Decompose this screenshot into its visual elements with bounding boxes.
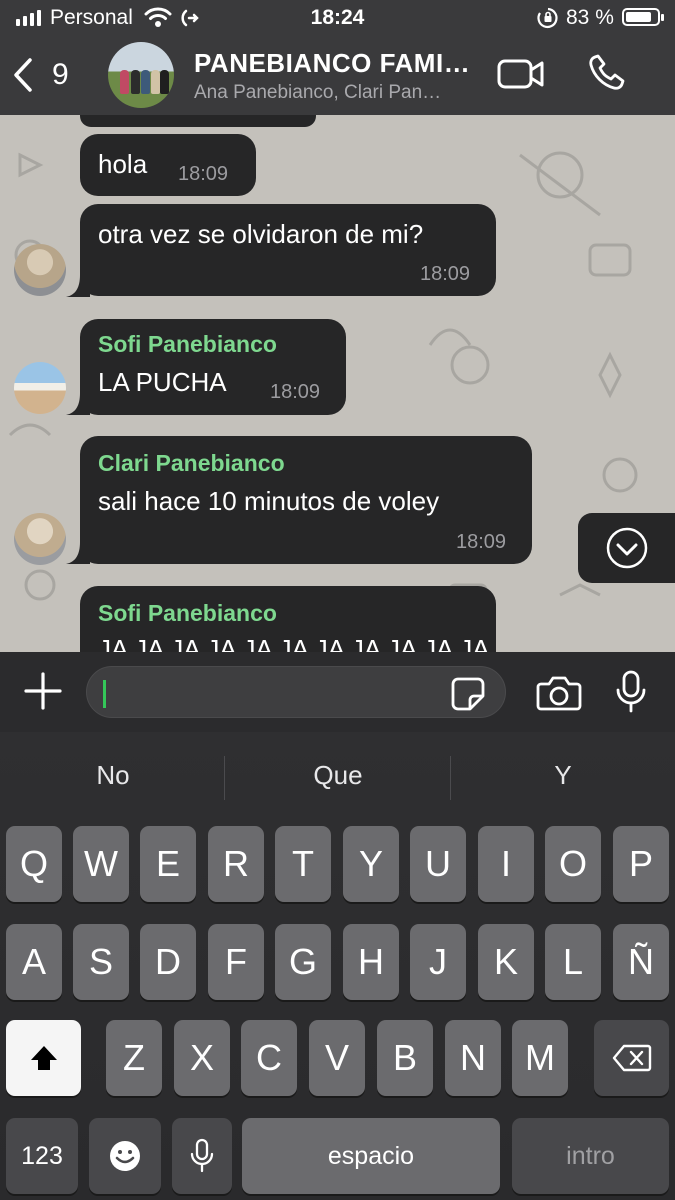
microphone-icon[interactable]: [614, 669, 648, 715]
message-input[interactable]: [86, 666, 506, 718]
microphone-icon: [190, 1138, 214, 1173]
suggestion-divider: [450, 756, 451, 800]
message-list[interactable]: hola 18:09 otra vez se olvidaron de mi? …: [0, 115, 675, 652]
key-r[interactable]: R: [208, 826, 264, 902]
key-l[interactable]: L: [545, 924, 601, 1000]
group-avatar[interactable]: [108, 42, 174, 108]
key-c[interactable]: C: [241, 1020, 297, 1096]
message-text: otra vez se olvidaron de mi?: [98, 219, 424, 249]
key-d[interactable]: D: [140, 924, 196, 1000]
chevron-left-icon: [14, 58, 32, 92]
message-bubble-partial: [80, 115, 316, 127]
suggestion-1[interactable]: No: [8, 760, 218, 791]
emoji-key[interactable]: [89, 1118, 161, 1194]
key-k[interactable]: K: [478, 924, 534, 1000]
message-text: sali hace 10 minutos de voley: [98, 486, 440, 516]
rotation-lock-icon: [537, 7, 558, 29]
back-button[interactable]: 9: [12, 52, 82, 98]
message-time: 18:09: [270, 381, 321, 403]
battery-percent: 83 %: [566, 6, 614, 29]
camera-icon[interactable]: [536, 674, 582, 712]
key-q[interactable]: Q: [6, 826, 62, 902]
sender-avatar[interactable]: [14, 513, 66, 565]
key-n[interactable]: N: [445, 1020, 501, 1096]
message-text: hola: [98, 149, 148, 179]
key-h[interactable]: H: [343, 924, 399, 1000]
message-time: 18:09: [178, 163, 229, 185]
chat-title[interactable]: PANEBIANCO FAMI…: [194, 48, 470, 79]
sender-name[interactable]: Sofi Panebianco: [98, 600, 277, 627]
sender-avatar[interactable]: [14, 362, 66, 414]
message-text: JA JA JA JA JA JA JA JA JA JA JA: [98, 634, 490, 652]
key-p[interactable]: P: [613, 826, 669, 902]
key-v[interactable]: V: [309, 1020, 365, 1096]
key-j[interactable]: J: [410, 924, 466, 1000]
numbers-key[interactable]: 123: [6, 1118, 78, 1194]
key-f[interactable]: F: [208, 924, 264, 1000]
text-caret: [103, 680, 106, 708]
chat-members[interactable]: Ana Panebianco, Clari Pan…: [194, 82, 441, 104]
sender-name[interactable]: Clari Panebianco: [98, 450, 285, 477]
backspace-icon: [612, 1044, 651, 1072]
plus-icon[interactable]: [22, 670, 64, 712]
key-y[interactable]: Y: [343, 826, 399, 902]
return-key[interactable]: intro: [512, 1118, 669, 1194]
message-time: 18:09: [456, 531, 507, 553]
sender-name[interactable]: Sofi Panebianco: [98, 331, 277, 358]
battery-icon: [622, 8, 664, 26]
shift-key[interactable]: [6, 1020, 81, 1096]
key-z[interactable]: Z: [106, 1020, 162, 1096]
bubble-tail: [66, 542, 90, 564]
suggestion-3[interactable]: Y: [458, 760, 668, 791]
keyboard: No Que Y Q W E R T Y U I O P A S D F G H…: [0, 732, 675, 1200]
key-g[interactable]: G: [275, 924, 331, 1000]
suggestion-2[interactable]: Que: [233, 760, 443, 791]
chevron-down-circle-icon: [606, 527, 648, 569]
key-o[interactable]: O: [545, 826, 601, 902]
bubble-tail: [66, 275, 90, 297]
key-b[interactable]: B: [377, 1020, 433, 1096]
key-i[interactable]: I: [478, 826, 534, 902]
bubble-tail: [66, 393, 90, 415]
key-w[interactable]: W: [73, 826, 129, 902]
video-call-icon[interactable]: [496, 56, 546, 92]
scroll-to-bottom-button[interactable]: [578, 513, 675, 583]
message-time: 18:09: [420, 263, 471, 285]
shift-arrow-icon: [30, 1046, 57, 1070]
key-x[interactable]: X: [174, 1020, 230, 1096]
key-m[interactable]: M: [512, 1020, 568, 1096]
unread-count: 9: [52, 58, 69, 91]
emoji-icon: [110, 1141, 140, 1171]
key-n-tilde[interactable]: Ñ: [613, 924, 669, 1000]
key-a[interactable]: A: [6, 924, 62, 1000]
sticker-icon[interactable]: [450, 676, 486, 712]
message-text: LA PUCHA: [98, 367, 227, 397]
status-bar: Personal 18:24 83 %: [0, 0, 675, 38]
sender-avatar[interactable]: [14, 244, 66, 296]
dictation-key[interactable]: [172, 1118, 232, 1194]
chat-header: Personal 18:24 83 % 9 PANEBIANCO FAMI… A…: [0, 0, 675, 115]
delete-key[interactable]: [594, 1020, 669, 1096]
space-key[interactable]: espacio: [242, 1118, 500, 1194]
key-u[interactable]: U: [410, 826, 466, 902]
key-t[interactable]: T: [275, 826, 331, 902]
key-s[interactable]: S: [73, 924, 129, 1000]
phone-call-icon[interactable]: [586, 53, 626, 93]
key-e[interactable]: E: [140, 826, 196, 902]
suggestion-divider: [224, 756, 225, 800]
